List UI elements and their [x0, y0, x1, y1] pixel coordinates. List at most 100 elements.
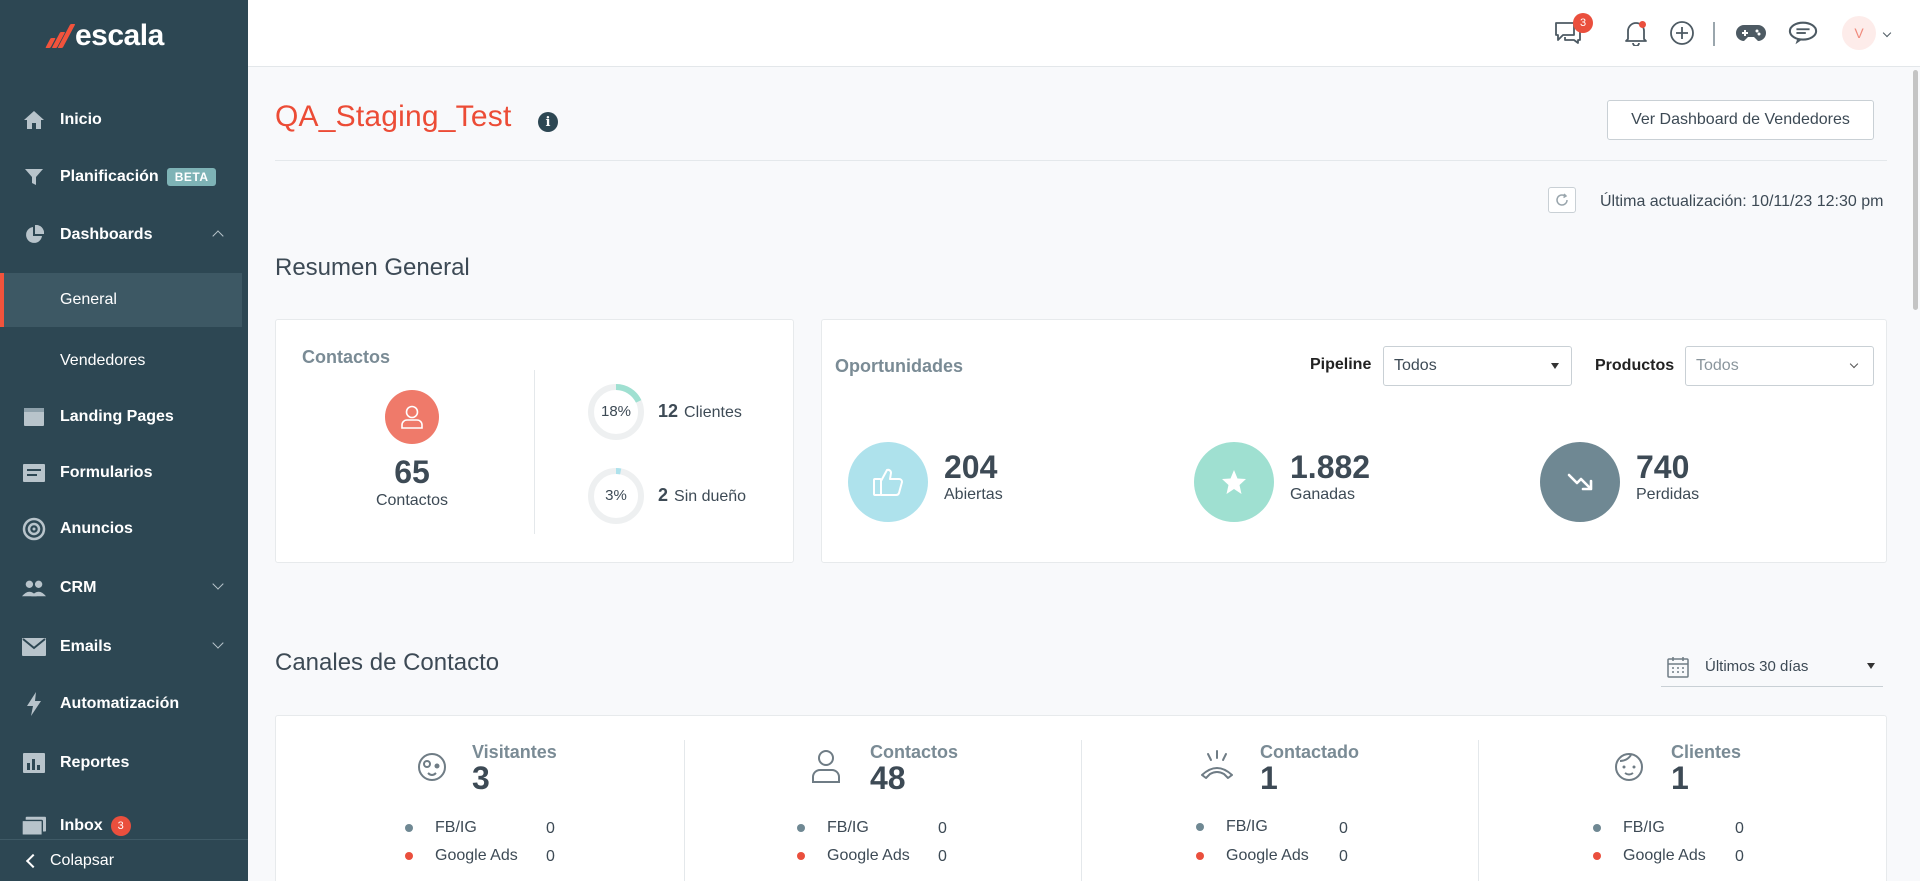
add-button[interactable] [1667, 18, 1697, 48]
channel-row-fbig: FB/IG [1593, 819, 1665, 837]
chevron-down-icon [1849, 359, 1859, 369]
users-icon [22, 576, 46, 600]
target-icon [22, 517, 46, 541]
sidebar-item-planificacion[interactable]: Planificación BETA [0, 155, 248, 199]
productos-select[interactable]: Todos [1685, 346, 1874, 386]
fbig-dot [797, 824, 805, 832]
visitor-icon [418, 753, 446, 781]
contacts-total-label: Contactos [375, 492, 449, 509]
pipeline-value: Todos [1394, 357, 1437, 374]
page-scrollbar[interactable] [1913, 70, 1918, 310]
date-range-select[interactable]: Últimos 30 días [1661, 647, 1883, 687]
sidebar-item-emails[interactable]: Emails [0, 625, 248, 669]
collapse-sidebar-button[interactable]: Colapsar [0, 839, 248, 881]
lightning-icon [22, 692, 46, 716]
sidebar-item-formularios[interactable]: Formularios [0, 451, 248, 495]
sidebar-item-automatizacion[interactable]: Automatización [0, 682, 248, 726]
row-value: 0 [1339, 848, 1348, 865]
clientes-label: Clientes [684, 404, 742, 421]
channel-count: 1 [1671, 760, 1689, 796]
inbox-icon [22, 814, 46, 838]
funnel-icon [22, 165, 46, 189]
channel-column-contactado: Contactado 1 FB/IG 0 Google Ads 0 [1081, 716, 1478, 881]
row-value: 0 [938, 820, 947, 837]
escala-logo[interactable]: escala [45, 19, 164, 52]
pipeline-label: Pipeline [1310, 356, 1372, 373]
sidebar-item-crm[interactable]: CRM [0, 566, 248, 610]
refresh-button[interactable] [1548, 187, 1576, 213]
chevron-up-icon [212, 230, 224, 242]
sidebar-item-label: Emails [60, 638, 112, 655]
sidebar-item-anuncios[interactable]: Anuncios [0, 507, 248, 551]
sin-dueno-percent: 3% [605, 487, 627, 504]
sidebar-item-label: Dashboards [60, 226, 153, 243]
notification-dot [1639, 21, 1646, 28]
sidebar-item-reportes[interactable]: Reportes [0, 741, 248, 785]
channel-count: 1 [1260, 760, 1278, 796]
sidebar-item-landing-pages[interactable]: Landing Pages [0, 395, 248, 439]
channel-count: 3 [472, 760, 490, 796]
google-ads-dot [1196, 852, 1204, 860]
info-icon[interactable]: i [538, 112, 558, 132]
ganadas-label: Ganadas [1290, 486, 1355, 503]
last-update-text: Última actualización: 10/11/23 12:30 pm [1600, 193, 1884, 210]
row-label: Google Ads [435, 847, 518, 864]
channel-row-google-ads: Google Ads [1593, 847, 1706, 865]
divider [275, 160, 1887, 161]
chat-button[interactable]: 3 [1553, 13, 1593, 48]
support-chat-button[interactable] [1788, 18, 1818, 48]
abiertas-count: 204 [944, 449, 998, 485]
productos-label: Productos [1595, 357, 1675, 374]
star-icon [1194, 442, 1274, 522]
row-label: FB/IG [1623, 819, 1665, 836]
pipeline-select[interactable]: Todos [1383, 346, 1572, 386]
page-title: QA_Staging_Test [275, 100, 512, 133]
sidebar-item-inicio[interactable]: Inicio [0, 98, 248, 142]
row-label: FB/IG [435, 819, 477, 836]
sidebar-item-label: Automatización [60, 695, 180, 712]
oportunidades-card: Oportunidades Pipeline Todos Productos T… [821, 319, 1887, 563]
sidebar-item-label: Formularios [60, 464, 153, 481]
fbig-dot [1593, 824, 1601, 832]
card-divider [534, 370, 535, 534]
user-avatar[interactable]: V [1842, 16, 1876, 50]
phone-call-icon [1201, 750, 1233, 779]
channel-column-visitantes: Visitantes 3 FB/IG 0 Google Ads 0 [276, 716, 684, 881]
row-label: Google Ads [827, 847, 910, 864]
gamepad-icon [1736, 25, 1766, 41]
notifications-button[interactable] [1621, 18, 1651, 48]
envelope-icon [22, 635, 46, 659]
google-ads-dot [1593, 852, 1601, 860]
channel-row-google-ads: Google Ads [1196, 847, 1309, 865]
channel-column-contactos: Contactos 48 FB/IG 0 Google Ads 0 [684, 716, 1081, 881]
row-value: 0 [1339, 820, 1348, 837]
row-value: 0 [1735, 820, 1744, 837]
client-face-icon [1615, 753, 1643, 781]
google-ads-dot [405, 852, 413, 860]
perdidas-count: 740 [1636, 449, 1690, 485]
calendar-icon [1667, 657, 1689, 678]
channel-count: 48 [870, 760, 906, 796]
sidebar-item-label: Vendedores [60, 352, 146, 369]
fbig-dot [405, 824, 413, 832]
form-icon [22, 461, 46, 485]
sidebar-item-vendedores[interactable]: Vendedores [0, 334, 242, 388]
sidebar: escala Inicio Planificación BETA Dashboa… [0, 0, 248, 881]
sidebar-item-dashboards[interactable]: Dashboards [0, 213, 248, 257]
channel-row-google-ads: Google Ads [405, 847, 518, 865]
sidebar-item-label: Inbox [60, 817, 103, 834]
row-label: FB/IG [1226, 818, 1268, 835]
row-value: 0 [546, 848, 555, 865]
games-button[interactable] [1736, 18, 1766, 48]
person-icon [812, 750, 840, 783]
contact-user-icon [385, 390, 439, 444]
google-ads-dot [797, 852, 805, 860]
sidebar-item-label: Anuncios [60, 520, 133, 537]
canales-card: Visitantes 3 FB/IG 0 Google Ads 0 Contac… [275, 715, 1887, 881]
perdidas-label: Perdidas [1636, 486, 1700, 503]
card-title: Contactos [302, 347, 391, 367]
view-sellers-dashboard-button[interactable]: Ver Dashboard de Vendedores [1607, 100, 1874, 140]
sidebar-item-general[interactable]: General [0, 273, 242, 327]
row-label: FB/IG [827, 819, 869, 836]
sidebar-item-label: Planificación [60, 168, 159, 185]
